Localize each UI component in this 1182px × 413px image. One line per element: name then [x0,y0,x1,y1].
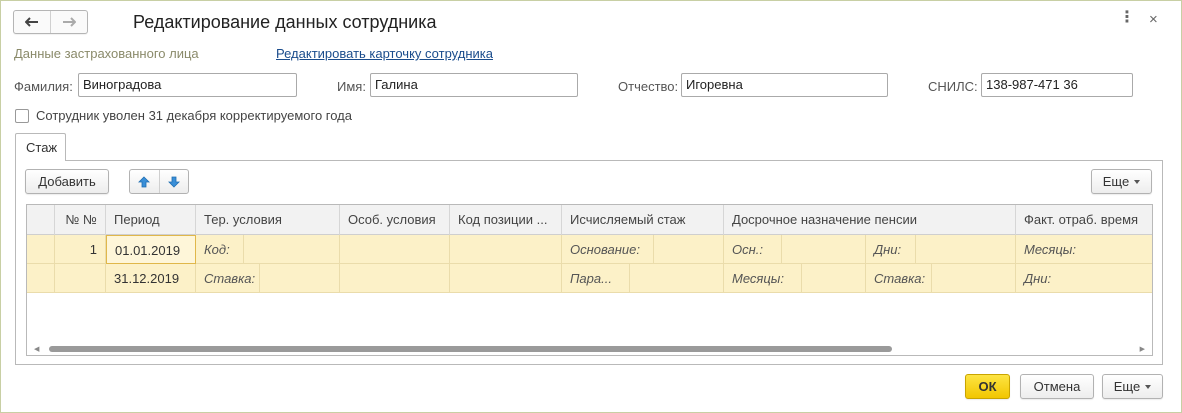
name-field[interactable]: Галина [370,73,578,97]
early-rate-label: Ставка: [866,264,932,293]
snils-label: СНИЛС: [928,79,978,94]
move-row-buttons [129,169,189,194]
row-marker [27,235,55,264]
col-computed-stazh[interactable]: Исчисляемый стаж [562,205,724,235]
name-label: Имя: [337,79,366,94]
special-conditions-cell-2[interactable] [340,264,450,293]
edit-employee-card-link[interactable]: Редактировать карточку сотрудника [276,46,493,61]
footer-more-button[interactable]: Еще [1102,374,1163,399]
row-num: 1 [55,235,106,264]
arrow-down-icon [167,176,180,188]
col-position-code[interactable]: Код позиции ... [450,205,562,235]
ter-rate-value[interactable] [260,264,340,293]
more-actions-icon[interactable]: ⋮ [1119,10,1135,26]
table-header: № № Период Тер. условия Особ. условия Ко… [27,205,1152,235]
history-nav [13,10,88,34]
early-rate-value[interactable] [932,264,1016,293]
patronymic-label: Отчество: [618,79,679,94]
cancel-button[interactable]: Отмена [1020,374,1094,399]
dismissed-checkbox-label: Сотрудник уволен 31 декабря корректируем… [36,108,352,123]
arrow-right-icon [63,17,76,27]
position-code-cell-2[interactable] [450,264,562,293]
stazh-basis-value[interactable] [654,235,724,264]
dismissed-checkbox[interactable] [15,108,29,123]
early-months-label: Месяцы: [724,264,802,293]
stazh-table: № № Период Тер. условия Особ. условия Ко… [26,204,1153,356]
early-osn-label: Осн.: [724,235,782,264]
row-num-empty [55,264,106,293]
move-down-button[interactable] [158,170,189,193]
col-special-conditions[interactable]: Особ. условия [340,205,450,235]
early-days-label: Дни: [866,235,916,264]
position-code-cell[interactable] [450,235,562,264]
table-row[interactable]: 31.12.2019 Ставка: Пара... Месяцы: Ставк… [27,264,1152,293]
ter-code-label: Код: [196,235,244,264]
arrow-left-icon [25,17,38,27]
period-start-cell[interactable]: 01.01.2019 [106,235,196,264]
stazh-param-value[interactable] [630,264,724,293]
scroll-right-icon[interactable]: ▶ [1140,345,1145,353]
table-row[interactable]: 1 01.01.2019 Код: Основание: Осн.: Дни: … [27,235,1152,264]
panel-more-label: Еще [1102,174,1130,189]
period-end-cell[interactable]: 31.12.2019 [106,264,196,293]
ter-rate-label: Ставка: [196,264,260,293]
early-osn-value[interactable] [782,235,866,264]
dismissed-checkbox-row[interactable]: Сотрудник уволен 31 декабря корректируем… [15,108,352,123]
close-icon[interactable]: × [1149,11,1158,28]
surname-field[interactable]: Виноградова [78,73,297,97]
col-num[interactable]: № № [55,205,106,235]
stazh-panel: Добавить Еще № № Период Тер. условия Осо… [15,160,1163,365]
panel-more-button[interactable]: Еще [1091,169,1152,194]
scroll-left-icon[interactable]: ◀ [34,345,39,353]
fact-months-label: Месяцы: [1016,235,1152,264]
special-conditions-cell[interactable] [340,235,450,264]
tab-stazh[interactable]: Стаж [15,133,66,161]
snils-field[interactable]: 138-987-471 36 [981,73,1133,97]
window-title: Редактирование данных сотрудника [133,12,437,32]
stazh-basis-label: Основание: [562,235,654,264]
add-button[interactable]: Добавить [25,169,109,194]
col-ter-conditions[interactable]: Тер. условия [196,205,340,235]
scrollbar-thumb[interactable] [49,346,892,352]
arrow-up-icon [138,175,151,187]
col-early-pension[interactable]: Досрочное назначение пенсии [724,205,1016,235]
move-up-button[interactable] [130,170,159,193]
horizontal-scrollbar[interactable]: ◀ ▶ [27,342,1152,355]
chevron-down-icon [1134,179,1141,184]
col-period[interactable]: Период [106,205,196,235]
row-marker [27,264,55,293]
edit-employee-window: Редактирование данных сотрудника ⋮ × Дан… [0,0,1182,413]
stazh-param-label: Пара... [562,264,630,293]
surname-label: Фамилия: [14,79,73,94]
patronymic-field[interactable]: Игоревна [681,73,888,97]
col-fact-time[interactable]: Факт. отраб. время [1016,205,1152,235]
fact-days-label: Дни: [1016,264,1152,293]
ter-code-value[interactable] [244,235,340,264]
ok-button[interactable]: ОК [965,374,1010,399]
back-button[interactable] [14,11,50,33]
col-marker [27,205,55,235]
insured-person-label: Данные застрахованного лица [14,46,199,61]
chevron-down-icon [1145,384,1152,389]
early-months-value[interactable] [802,264,866,293]
forward-button[interactable] [50,11,87,33]
early-days-value[interactable] [916,235,1016,264]
footer-more-label: Еще [1113,379,1141,394]
